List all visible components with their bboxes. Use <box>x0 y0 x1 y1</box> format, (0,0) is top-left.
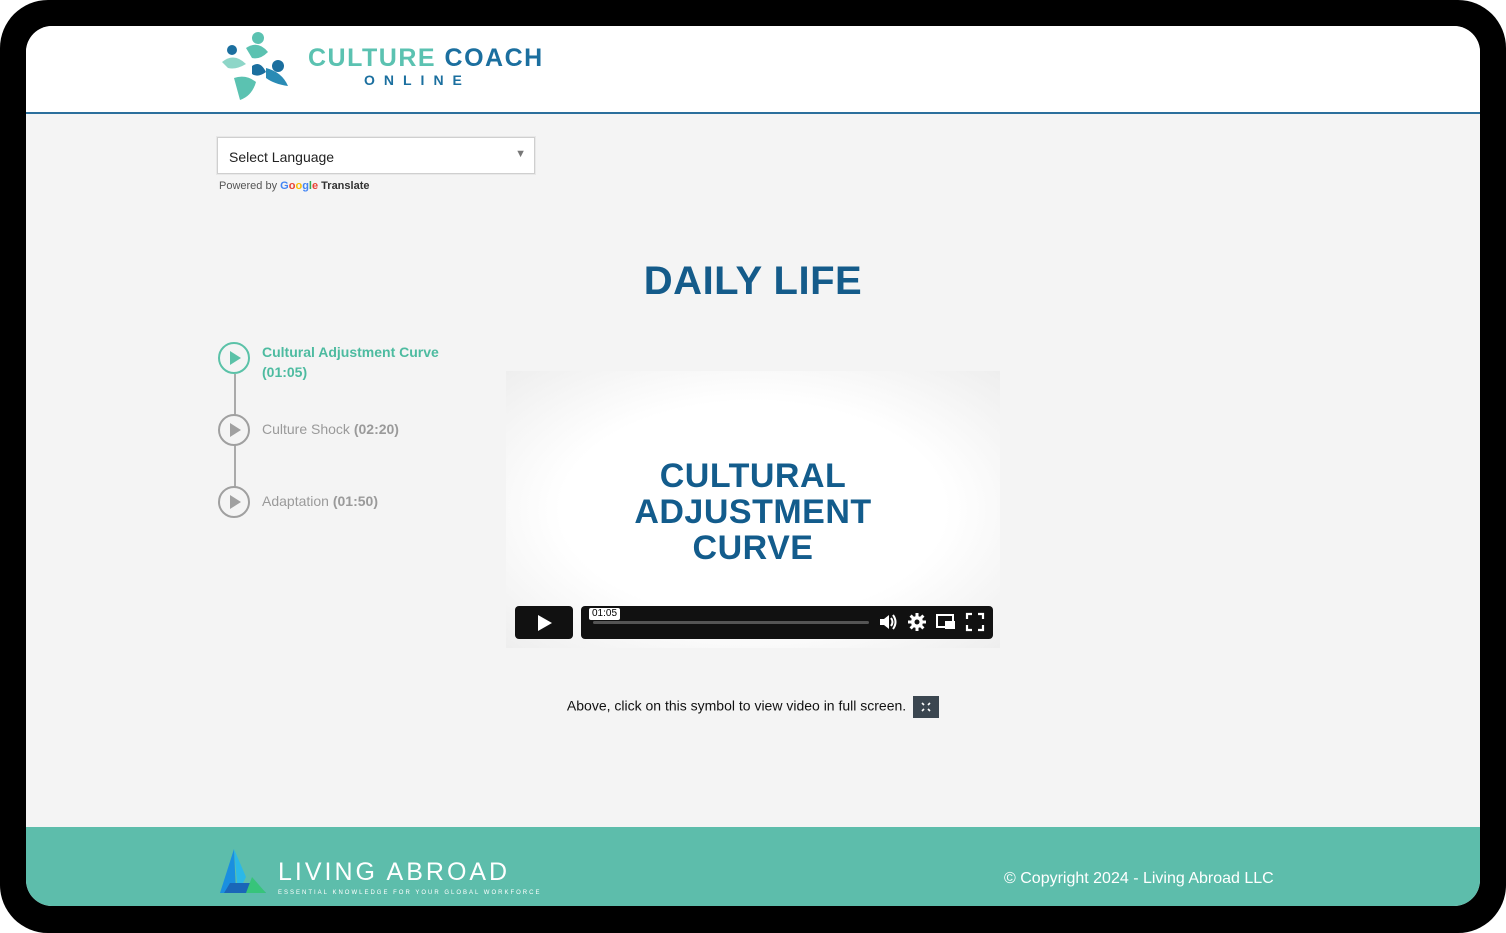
google-logo[interactable]: Google <box>280 180 318 192</box>
site-footer: LIVING ABROAD ESSENTIAL KNOWLEDGE FOR YO… <box>26 827 1480 906</box>
video-player[interactable]: CULTURAL ADJUSTMENT CURVE 01:05 <box>506 371 1000 648</box>
language-select[interactable]: Select Language ▼ <box>217 137 535 174</box>
play-button[interactable] <box>515 606 573 639</box>
page-title: DAILY LIFE <box>643 259 863 303</box>
culture-coach-logo-icon <box>222 32 288 100</box>
video-controls-bar: 01:05 <box>581 606 993 639</box>
pip-icon[interactable] <box>935 611 957 633</box>
play-circle-icon <box>218 342 250 374</box>
language-select-label: Select Language <box>229 149 335 165</box>
settings-icon[interactable] <box>906 611 928 633</box>
culture-coach-logo[interactable]: CULTURE COACH ONLINE <box>216 26 546 106</box>
dropdown-arrow-icon: ▼ <box>515 148 526 160</box>
playlist-item-label: Culture Shock (02:20) <box>262 421 399 437</box>
living-abroad-wordmark: LIVING ABROAD <box>278 858 511 886</box>
play-circle-icon <box>218 486 250 518</box>
fullscreen-icon[interactable] <box>964 611 986 633</box>
browser-viewport: CULTURE COACH ONLINE Select Language ▼ P… <box>26 26 1480 906</box>
living-abroad-logo[interactable]: LIVING ABROAD ESSENTIAL KNOWLEDGE FOR YO… <box>216 847 539 901</box>
device-frame: CULTURE COACH ONLINE Select Language ▼ P… <box>0 0 1506 933</box>
volume-icon[interactable] <box>877 611 899 633</box>
fullscreen-symbol-icon <box>913 696 940 718</box>
time-tooltip: 01:05 <box>589 608 621 620</box>
play-circle-icon <box>218 414 250 446</box>
logo-title: CULTURE COACH <box>308 44 544 72</box>
logo-subtitle: ONLINE <box>364 72 471 88</box>
fullscreen-hint-text: Above, click on this symbol to view vide… <box>566 697 907 714</box>
living-abroad-logo-icon <box>220 849 266 893</box>
google-translate-attribution: Powered by Google Translate <box>219 180 369 192</box>
site-header: CULTURE COACH ONLINE <box>26 26 1480 114</box>
video-title-card: CULTURAL ADJUSTMENT CURVE <box>634 457 872 567</box>
translate-link[interactable]: Translate <box>321 180 369 192</box>
powered-by-text: Powered by <box>219 180 278 192</box>
copyright-text: © Copyright 2024 - Living Abroad LLC <box>1004 870 1274 887</box>
video-playlist: Cultural Adjustment Curve (01:05) Cultur… <box>218 342 478 532</box>
video-progress-bar[interactable]: 01:05 <box>589 608 869 624</box>
playlist-item-label: Cultural Adjustment Curve (01:05) <box>262 344 439 380</box>
living-abroad-tagline: ESSENTIAL KNOWLEDGE FOR YOUR GLOBAL WORK… <box>278 890 542 896</box>
playlist-item-label: Adaptation (01:50) <box>262 493 378 509</box>
fullscreen-hint: Above, click on this symbol to view vide… <box>26 696 1480 718</box>
